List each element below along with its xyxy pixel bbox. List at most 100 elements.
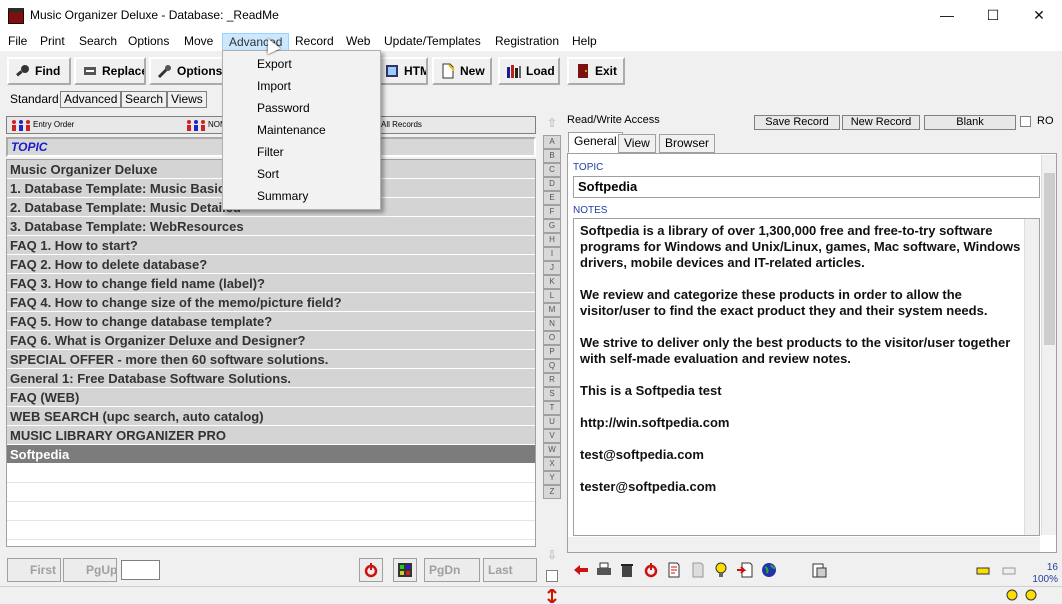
import-record-button[interactable] (733, 558, 757, 582)
menu-help[interactable]: Help (566, 33, 603, 51)
panel-scrollbar[interactable] (1041, 155, 1056, 535)
export-record-button[interactable] (686, 558, 710, 582)
new-button[interactable]: New (432, 57, 492, 85)
letter-j[interactable]: J (543, 261, 561, 275)
load-button[interactable]: Load (498, 57, 560, 85)
pgup-button[interactable]: PgUp (63, 558, 117, 582)
letter-m[interactable]: M (543, 303, 561, 317)
panel-hscrollbar[interactable] (568, 537, 1040, 552)
letter-c[interactable]: C (543, 163, 561, 177)
letter-u[interactable]: U (543, 415, 561, 429)
menu-registration[interactable]: Registration (489, 33, 565, 51)
topic-field[interactable]: Softpedia (573, 176, 1040, 198)
menu-item-password[interactable]: Password (223, 97, 380, 119)
scrollbar-thumb[interactable] (1044, 173, 1055, 345)
maximize-button[interactable]: ☐ (970, 0, 1016, 31)
hand-button[interactable] (972, 558, 996, 582)
blank-button[interactable]: Blank (924, 115, 1016, 130)
list-item[interactable]: FAQ 1. How to start? (7, 236, 535, 255)
letter-w[interactable]: W (543, 443, 561, 457)
letter-x[interactable]: X (543, 457, 561, 471)
replace-button[interactable]: Replace (74, 57, 146, 85)
menu-update-templates[interactable]: Update/Templates (378, 33, 487, 51)
letter-k[interactable]: K (543, 275, 561, 289)
split-arrows-icon[interactable] (546, 589, 558, 603)
letter-d[interactable]: D (543, 177, 561, 191)
pgdn-button[interactable]: PgDn (424, 558, 480, 582)
refresh-button[interactable] (359, 558, 383, 582)
list-item[interactable]: FAQ 3. How to change field name (label)? (7, 274, 535, 293)
letter-v[interactable]: V (543, 429, 561, 443)
goto-record-input[interactable] (121, 560, 160, 580)
letter-o[interactable]: O (543, 331, 561, 345)
tab-search[interactable]: Search (121, 91, 168, 108)
list-item[interactable]: FAQ 2. How to delete database? (7, 255, 535, 274)
menu-move[interactable]: Move (178, 33, 219, 51)
sort-all-records[interactable]: All Records (381, 120, 422, 129)
letter-t[interactable]: T (543, 401, 561, 415)
letter-s[interactable]: S (543, 387, 561, 401)
web-button[interactable] (757, 558, 781, 582)
menu-record[interactable]: Record (289, 33, 340, 51)
options-button[interactable]: Options (149, 57, 224, 85)
mark-checkbox[interactable] (546, 570, 558, 582)
menu-item-filter[interactable]: Filter (223, 141, 380, 163)
menu-item-import[interactable]: Import (223, 75, 380, 97)
tab-view[interactable]: View (618, 134, 656, 153)
save-record-button[interactable]: Save Record (754, 115, 840, 130)
html-button[interactable]: HTML (376, 57, 428, 85)
tab-standard[interactable]: Standard (6, 91, 63, 108)
list-item[interactable]: FAQ (WEB) (7, 388, 535, 407)
list-item[interactable]: General 1: Free Database Software Soluti… (7, 369, 535, 388)
print-button[interactable] (592, 558, 616, 582)
list-item[interactable]: FAQ 5. How to change database template? (7, 312, 535, 331)
refresh-record-button[interactable] (639, 558, 663, 582)
letter-n[interactable]: N (543, 317, 561, 331)
menu-options[interactable]: Options (122, 33, 175, 51)
notes-field[interactable]: Softpedia is a library of over 1,300,000… (573, 218, 1040, 536)
last-button[interactable]: Last (483, 558, 537, 582)
letter-g[interactable]: G (543, 219, 561, 233)
find-button[interactable]: Find (7, 57, 71, 85)
letter-r[interactable]: R (543, 373, 561, 387)
scroll-down-arrow-icon[interactable]: ⇩ (545, 548, 559, 564)
menu-search[interactable]: Search (73, 33, 123, 51)
letter-p[interactable]: P (543, 345, 561, 359)
back-arrow-button[interactable] (569, 558, 593, 582)
scroll-up-arrow-icon[interactable]: ⇧ (545, 116, 559, 132)
tab-views[interactable]: Views (167, 91, 207, 108)
letter-q[interactable]: Q (543, 359, 561, 373)
letter-b[interactable]: B (543, 149, 561, 163)
letter-i[interactable]: I (543, 247, 561, 261)
letter-f[interactable]: F (543, 205, 561, 219)
letter-l[interactable]: L (543, 289, 561, 303)
menu-item-export[interactable]: Export (223, 53, 380, 75)
list-item[interactable]: 3. Database Template: WebResources (7, 217, 535, 236)
list-item[interactable]: WEB SEARCH (upc search, auto catalog) (7, 407, 535, 426)
list-item[interactable]: FAQ 4. How to change size of the memo/pi… (7, 293, 535, 312)
new-record-button[interactable]: New Record (842, 115, 920, 130)
list-item-selected[interactable]: Softpedia (7, 445, 535, 464)
letter-a[interactable]: A (543, 135, 561, 149)
letter-e[interactable]: E (543, 191, 561, 205)
list-item[interactable]: SPECIAL OFFER - more then 60 software so… (7, 350, 535, 369)
notes-scrollbar[interactable] (1024, 219, 1039, 535)
tab-browser[interactable]: Browser (659, 134, 716, 153)
letter-h[interactable]: H (543, 233, 561, 247)
copy-record-button[interactable] (662, 558, 686, 582)
exit-button[interactable]: Exit (567, 57, 625, 85)
first-button[interactable]: First (7, 558, 61, 582)
list-item[interactable]: MUSIC LIBRARY ORGANIZER PRO (7, 426, 535, 445)
tab-general[interactable]: General (568, 132, 623, 153)
list-item[interactable]: FAQ 6. What is Organizer Deluxe and Desi… (7, 331, 535, 350)
minimize-button[interactable]: — (924, 0, 970, 31)
calculator-button[interactable] (393, 558, 417, 582)
menu-file[interactable]: File (2, 33, 33, 51)
delete-button[interactable] (615, 558, 639, 582)
letter-z[interactable]: Z (543, 485, 561, 499)
ro-checkbox[interactable] (1020, 116, 1031, 127)
letter-y[interactable]: Y (543, 471, 561, 485)
menu-item-summary[interactable]: Summary (223, 185, 380, 207)
tip-button[interactable] (709, 558, 733, 582)
menu-item-maintenance[interactable]: Maintenance (223, 119, 380, 141)
